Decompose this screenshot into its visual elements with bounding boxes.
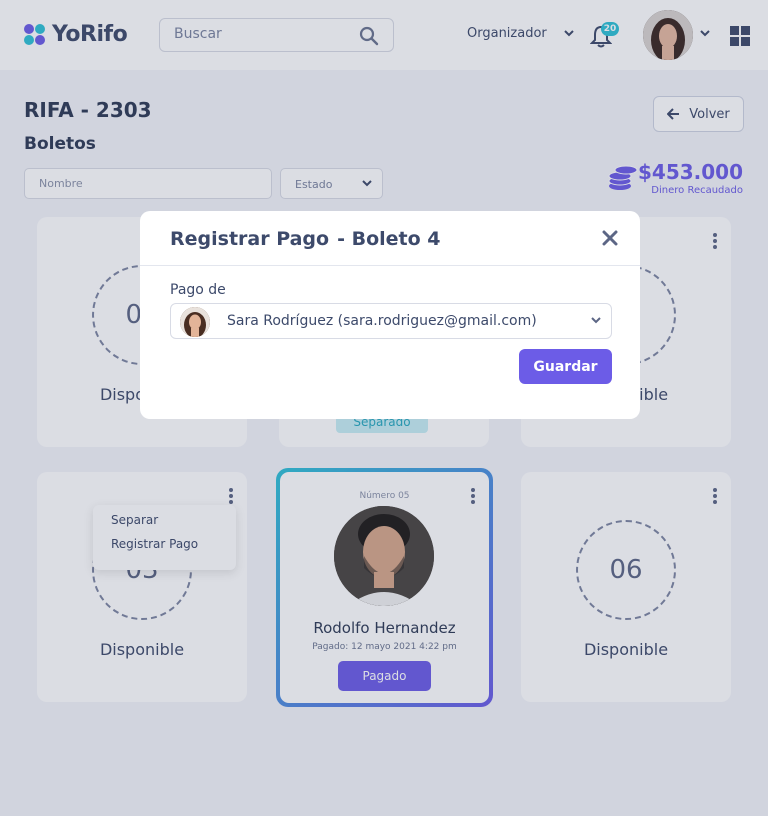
modal-title: Registrar Pago - Boleto 4	[170, 228, 441, 250]
close-icon[interactable]	[602, 230, 618, 246]
payer-field-label: Pago de	[170, 282, 226, 298]
save-button[interactable]: Guardar	[519, 349, 612, 384]
payer-select-value: Sara Rodríguez (sara.rodriguez@gmail.com…	[227, 313, 537, 329]
modal-divider	[140, 265, 640, 266]
chevron-down-icon	[591, 317, 601, 324]
payer-avatar	[180, 307, 210, 337]
register-payment-modal: Registrar Pago - Boleto 4 Pago de Sara Ro…	[140, 211, 640, 419]
modal-ticket-label: - Boleto 4	[337, 228, 441, 250]
modal-title-text: Registrar Pago	[170, 228, 330, 250]
payer-select[interactable]: Sara Rodríguez (sara.rodriguez@gmail.com…	[170, 303, 612, 339]
